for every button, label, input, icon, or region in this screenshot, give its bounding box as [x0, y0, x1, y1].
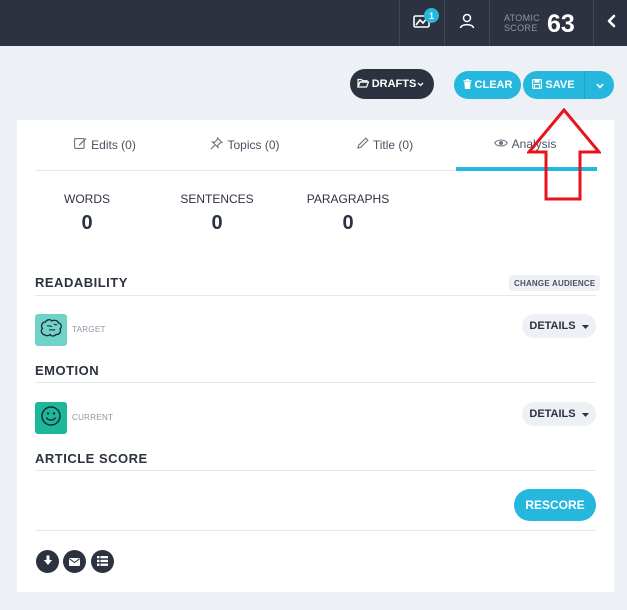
- save-options-dropdown[interactable]: [585, 71, 614, 99]
- notification-badge: 1: [424, 8, 439, 23]
- readability-details-button[interactable]: DETAILS: [522, 314, 596, 338]
- chevron-left-icon: [606, 14, 616, 33]
- top-bar: 1 ATOMIC SCORE 63: [0, 0, 627, 46]
- atomic-label-line2: SCORE: [504, 23, 538, 33]
- tab-label: Title (0): [372, 137, 414, 152]
- email-icon: [69, 553, 80, 571]
- drafts-button[interactable]: DRAFTS: [350, 69, 434, 99]
- pencil-square-icon: [74, 137, 91, 152]
- chevron-down-icon: [595, 76, 604, 94]
- readability-sub-label: TARGET: [72, 325, 106, 334]
- tab-title[interactable]: Title (0): [315, 137, 455, 152]
- drafts-label: DRAFTS: [371, 78, 417, 90]
- email-button[interactable]: [63, 550, 86, 573]
- emotion-details-button[interactable]: DETAILS: [522, 402, 596, 426]
- tab-label: Topics (0): [227, 138, 280, 152]
- list-icon: [97, 553, 108, 571]
- clear-button[interactable]: CLEAR: [454, 71, 521, 99]
- save-label: SAVE: [545, 79, 575, 91]
- notifications-button[interactable]: 1: [400, 0, 444, 46]
- save-button[interactable]: SAVE: [523, 71, 585, 99]
- stat-label: WORDS: [64, 192, 110, 206]
- tab-edits[interactable]: Edits (0): [35, 137, 175, 152]
- collapse-panel-button[interactable]: [594, 0, 627, 46]
- pin-icon: [210, 136, 227, 153]
- download-icon: [43, 553, 53, 571]
- chevron-down-icon: [417, 78, 427, 90]
- caret-down-icon: [576, 408, 589, 420]
- section-divider: [35, 382, 596, 383]
- save-button-group: SAVE: [523, 71, 614, 99]
- user-icon: [459, 13, 475, 34]
- account-button[interactable]: [445, 0, 489, 46]
- emotion-tile: [35, 402, 67, 434]
- details-label: DETAILS: [529, 320, 576, 332]
- emotion-sub-label: CURRENT: [72, 413, 114, 422]
- details-label: DETAILS: [529, 408, 576, 420]
- change-audience-button[interactable]: CHANGE AUDIENCE: [509, 275, 601, 291]
- section-divider: [35, 470, 596, 471]
- floppy-disk-icon: [532, 78, 545, 92]
- stat-label: PARAGRAPHS: [306, 192, 390, 206]
- trash-icon: [463, 78, 475, 92]
- stat-paragraphs: PARAGRAPHS 0: [302, 192, 394, 235]
- caret-down-icon: [576, 320, 589, 332]
- stat-label: SENTENCES: [180, 192, 254, 206]
- readability-title: READABILITY: [35, 275, 128, 290]
- analysis-card: Edits (0) Topics (0) Title (0) Analysis …: [17, 120, 614, 592]
- eye-icon: [493, 137, 512, 151]
- clear-label: CLEAR: [474, 79, 513, 91]
- pencil-icon: [357, 137, 373, 152]
- tab-bar: Edits (0) Topics (0) Title (0) Analysis: [35, 120, 596, 171]
- topbar-divider: [489, 0, 490, 46]
- section-divider: [35, 295, 596, 296]
- tab-topics[interactable]: Topics (0): [175, 136, 315, 153]
- list-button[interactable]: [91, 550, 114, 573]
- stat-value: 0: [342, 212, 354, 234]
- rescore-button[interactable]: RESCORE: [514, 489, 596, 521]
- atomic-score-value: 63: [547, 10, 575, 38]
- emotion-title: EMOTION: [35, 363, 100, 378]
- article-score-title: ARTICLE SCORE: [35, 451, 148, 466]
- stat-value: 0: [211, 212, 223, 234]
- download-button[interactable]: [36, 550, 59, 573]
- atomic-label-line1: ATOMIC: [504, 13, 540, 23]
- section-divider: [35, 530, 596, 531]
- smiley-icon: [40, 405, 62, 432]
- tab-label: Edits (0): [91, 137, 136, 152]
- stat-sentences: SENTENCES 0: [172, 192, 262, 235]
- stat-value: 0: [81, 212, 93, 234]
- stat-words: WORDS 0: [47, 192, 127, 235]
- brain-icon: [39, 318, 63, 343]
- atomic-score-label: ATOMIC SCORE: [504, 13, 540, 33]
- readability-tile: [35, 314, 67, 346]
- folder-open-icon: [356, 78, 372, 91]
- annotation-up-arrow-icon: [525, 107, 603, 207]
